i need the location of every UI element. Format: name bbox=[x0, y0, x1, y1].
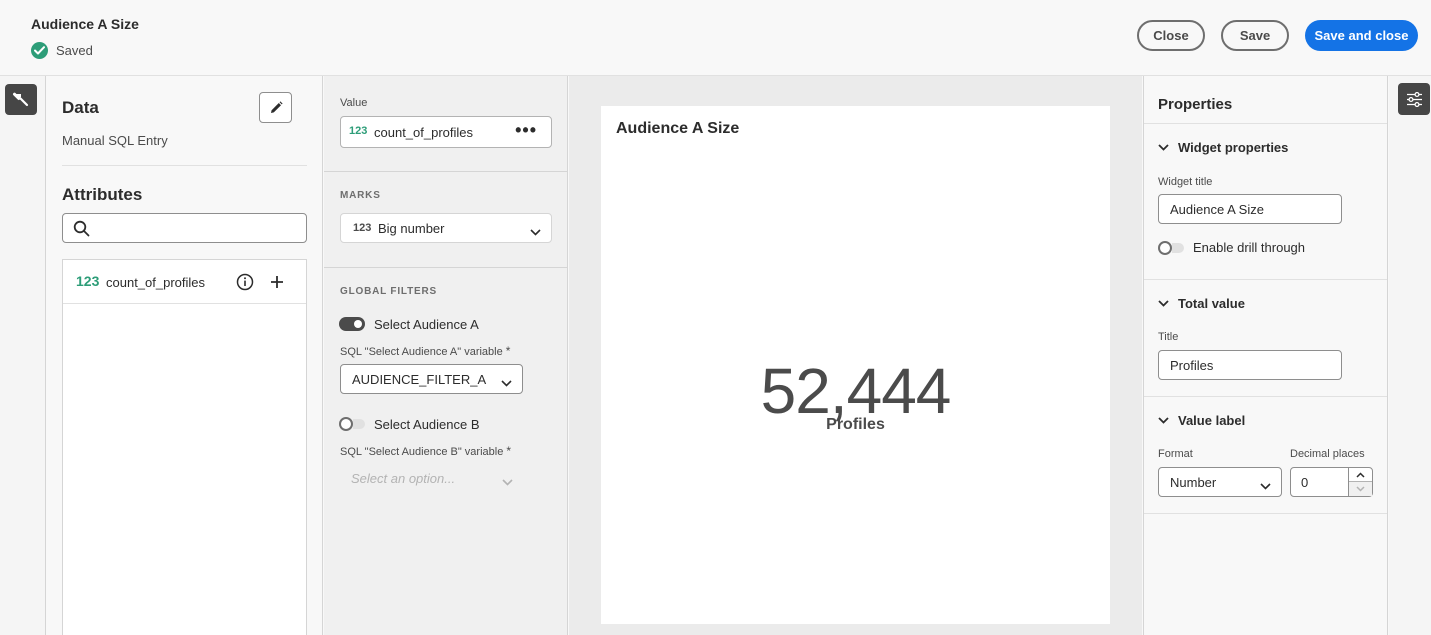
value-label-heading: Value label bbox=[1178, 413, 1246, 428]
widget-canvas: Audience A Size 52,444 Profiles bbox=[569, 76, 1142, 635]
save-status: Saved bbox=[31, 42, 93, 59]
chevron-down-icon bbox=[1158, 417, 1169, 424]
plus-icon[interactable] bbox=[270, 271, 284, 293]
widget-properties-section-toggle[interactable]: Widget properties bbox=[1158, 140, 1288, 155]
divider bbox=[1144, 123, 1387, 124]
chevron-down-icon bbox=[1158, 300, 1169, 307]
hammer-icon[interactable] bbox=[5, 84, 37, 115]
divider bbox=[324, 267, 567, 268]
chevron-down-icon bbox=[1260, 478, 1271, 493]
sliders-icon[interactable] bbox=[1398, 83, 1430, 115]
search-icon bbox=[73, 220, 90, 240]
audience-a-variable-text: SQL "Select Audience A" variable bbox=[340, 346, 503, 358]
audience-b-label: Select Audience B bbox=[374, 417, 480, 432]
checkmark-icon bbox=[31, 42, 48, 59]
chevron-down-icon[interactable] bbox=[1349, 482, 1372, 496]
value-label-section-toggle[interactable]: Value label bbox=[1158, 413, 1245, 428]
decimal-places-value: 0 bbox=[1301, 475, 1309, 490]
divider bbox=[1144, 513, 1387, 514]
value-label: Value bbox=[340, 97, 368, 109]
document-title: Audience A Size bbox=[31, 16, 139, 32]
info-icon[interactable] bbox=[236, 273, 254, 294]
audience-b-variable-label: SQL "Select Audience B" variable * bbox=[340, 444, 511, 458]
drill-through-label: Enable drill through bbox=[1193, 240, 1306, 255]
audience-b-placeholder: Select an option... bbox=[351, 471, 456, 486]
data-panel: Data Manual SQL Entry Attributes 123 cou… bbox=[47, 76, 323, 635]
audience-b-select: Select an option... bbox=[340, 464, 523, 494]
required-mark: * bbox=[505, 344, 511, 358]
decimal-places-stepper[interactable]: 0 bbox=[1290, 467, 1373, 497]
big-number-label: Profiles bbox=[826, 416, 885, 433]
attribute-list: 123 count_of_profiles bbox=[62, 259, 307, 635]
audience-a-select[interactable]: AUDIENCE_FILTER_A bbox=[340, 364, 523, 394]
audience-a-variable-label: SQL "Select Audience A" variable * bbox=[340, 344, 510, 358]
attributes-heading: Attributes bbox=[62, 185, 143, 204]
audience-b-toggle[interactable] bbox=[339, 417, 365, 431]
big-number-widget[interactable]: Audience A Size 52,444 Profiles bbox=[601, 106, 1110, 624]
number-type-icon: 123 bbox=[349, 125, 368, 137]
data-source-label: Manual SQL Entry bbox=[62, 133, 168, 148]
number-type-icon: 123 bbox=[353, 222, 372, 234]
widget-title-input[interactable]: Audience A Size bbox=[1158, 194, 1342, 224]
data-heading: Data bbox=[62, 98, 99, 117]
widget-properties-heading: Widget properties bbox=[1178, 140, 1289, 155]
total-value-title-label: Title bbox=[1158, 331, 1179, 343]
divider bbox=[324, 171, 567, 172]
global-filters-heading: GLOBAL FILTERS bbox=[340, 286, 437, 297]
widget-title-label: Widget title bbox=[1158, 176, 1213, 188]
total-value-title-input[interactable]: Profiles bbox=[1158, 350, 1342, 380]
decimal-places-label: Decimal places bbox=[1290, 448, 1365, 460]
audience-a-toggle[interactable] bbox=[339, 317, 365, 331]
properties-panel: Properties Widget properties Widget titl… bbox=[1143, 76, 1388, 635]
more-icon[interactable]: ••• bbox=[515, 120, 537, 141]
chevron-up-icon[interactable] bbox=[1349, 468, 1372, 482]
chevron-down-icon bbox=[501, 375, 512, 390]
chevron-down-icon bbox=[1158, 144, 1169, 151]
list-item[interactable]: 123 count_of_profiles bbox=[63, 260, 306, 304]
close-button[interactable]: Close bbox=[1137, 20, 1205, 51]
number-type-icon: 123 bbox=[76, 273, 100, 289]
audience-b-variable-text: SQL "Select Audience B" variable bbox=[340, 446, 504, 458]
attribute-name: count_of_profiles bbox=[106, 275, 206, 290]
right-rail bbox=[1389, 76, 1431, 635]
save-status-text: Saved bbox=[56, 43, 93, 58]
save-button[interactable]: Save bbox=[1221, 20, 1289, 51]
format-label: Format bbox=[1158, 448, 1193, 460]
format-select[interactable]: Number bbox=[1158, 467, 1282, 497]
value-field-slot[interactable]: 123 count_of_profiles ••• bbox=[340, 116, 552, 148]
chevron-down-icon bbox=[502, 474, 513, 489]
marks-heading: MARKS bbox=[340, 190, 381, 201]
marks-select[interactable]: 123 Big number bbox=[340, 213, 552, 243]
format-value: Number bbox=[1170, 475, 1217, 490]
chevron-down-icon bbox=[530, 224, 541, 239]
stepper-buttons bbox=[1348, 468, 1372, 496]
left-rail bbox=[0, 76, 46, 635]
save-and-close-button[interactable]: Save and close bbox=[1305, 20, 1418, 51]
total-value-section-toggle[interactable]: Total value bbox=[1158, 296, 1245, 311]
top-bar: Audience A Size Saved Close Save Save an… bbox=[0, 0, 1431, 76]
attributes-search-input[interactable] bbox=[62, 213, 307, 243]
required-mark: * bbox=[506, 444, 512, 458]
divider bbox=[1144, 396, 1387, 397]
pencil-icon[interactable] bbox=[259, 92, 292, 123]
encoding-panel: Value 123 count_of_profiles ••• MARKS 12… bbox=[324, 76, 568, 635]
marks-value: Big number bbox=[378, 221, 445, 236]
divider bbox=[1144, 279, 1387, 280]
audience-a-label: Select Audience A bbox=[374, 317, 479, 332]
drill-through-toggle[interactable] bbox=[1158, 241, 1184, 255]
divider bbox=[62, 165, 307, 166]
total-value-heading: Total value bbox=[1178, 296, 1245, 311]
properties-heading: Properties bbox=[1158, 96, 1233, 113]
audience-a-value: AUDIENCE_FILTER_A bbox=[352, 372, 487, 387]
value-field-name: count_of_profiles bbox=[374, 125, 474, 140]
widget-title: Audience A Size bbox=[616, 120, 740, 137]
